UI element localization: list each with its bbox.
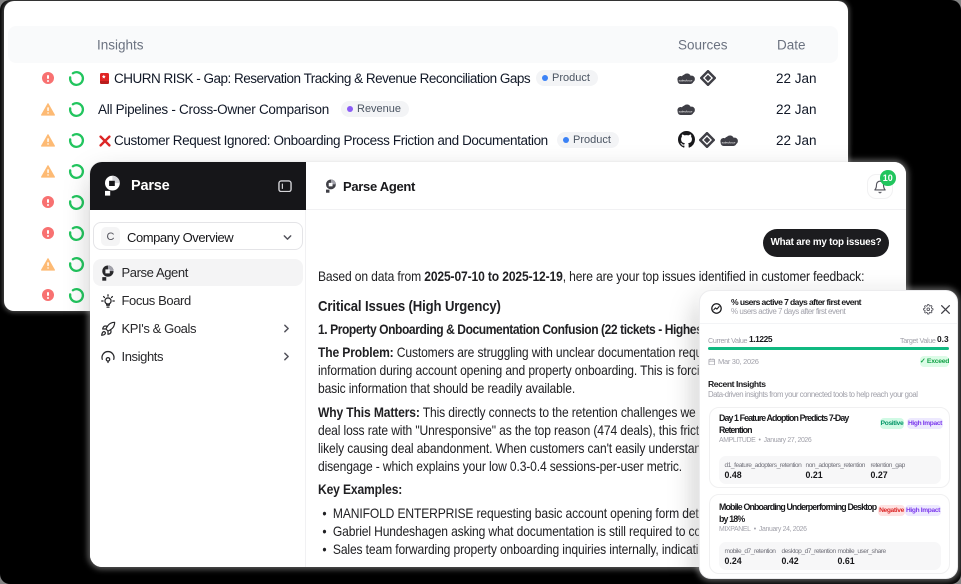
svg-text:salesforce: salesforce [722,140,736,144]
svg-text:salesforce: salesforce [679,109,693,113]
svg-text:salesforce: salesforce [679,78,693,82]
